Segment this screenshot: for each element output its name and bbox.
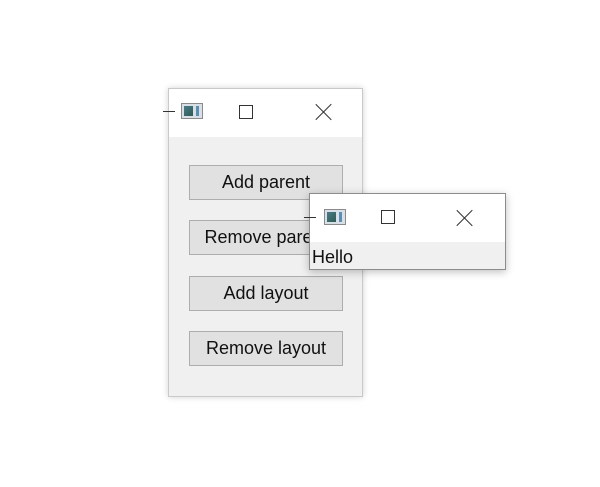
add-layout-button[interactable]: Add layout: [189, 276, 343, 311]
app-window-icon: [181, 103, 203, 119]
child-window-label: Hello: [312, 247, 354, 267]
child-window-titlebar[interactable]: [304, 194, 505, 242]
desktop: Add parent Remove parent Add layout Remo…: [0, 0, 600, 487]
app-window-icon: [324, 209, 346, 225]
maximize-icon[interactable]: [381, 210, 395, 224]
maximize-icon[interactable]: [239, 105, 253, 119]
close-icon[interactable]: [315, 103, 333, 121]
main-window-titlebar[interactable]: [163, 89, 362, 137]
child-window: Hello: [304, 193, 506, 270]
remove-layout-button[interactable]: Remove layout: [189, 331, 343, 366]
minimize-icon[interactable]: [304, 217, 316, 218]
minimize-icon[interactable]: [163, 111, 175, 112]
close-icon[interactable]: [456, 209, 474, 227]
